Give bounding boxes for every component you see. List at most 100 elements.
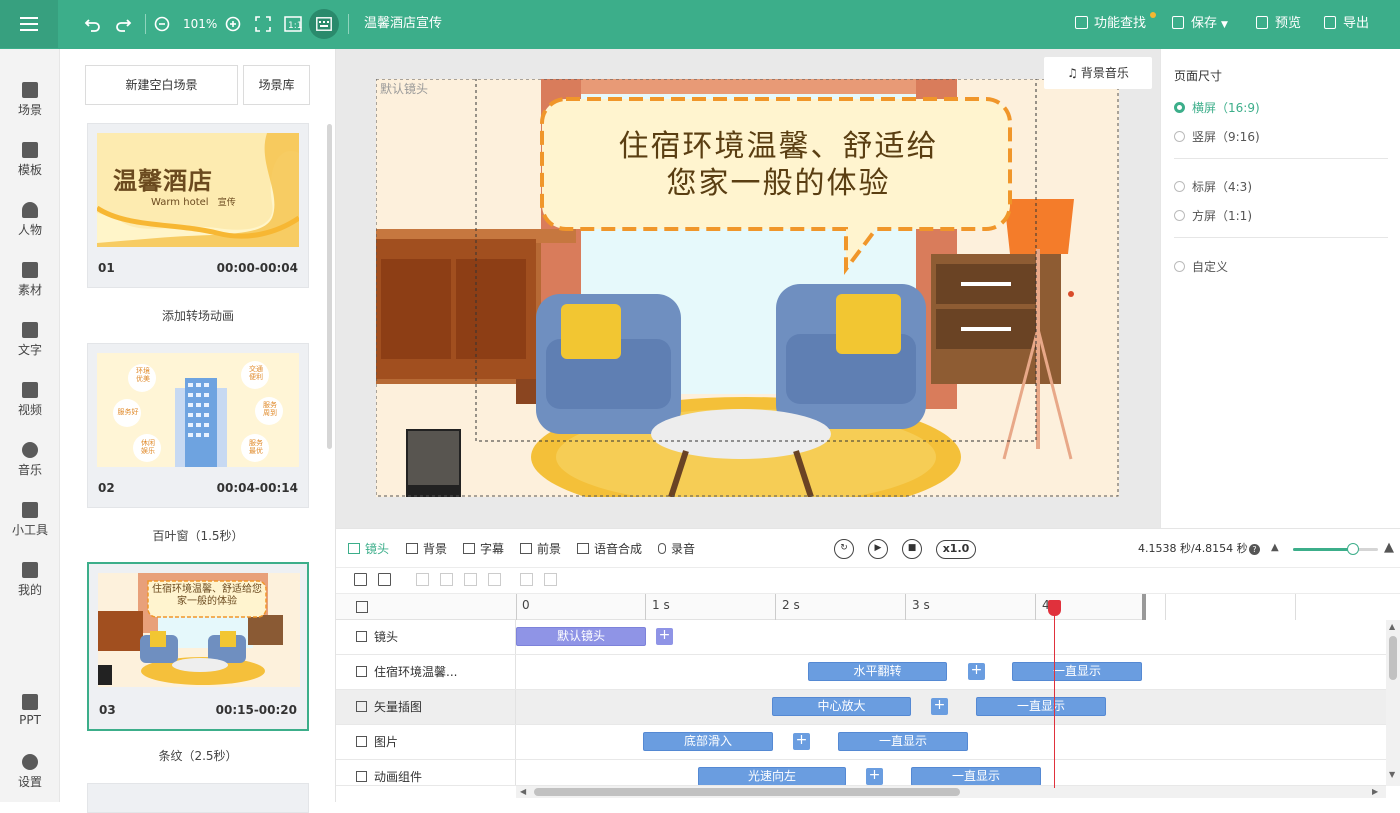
scene-library-button[interactable]: 场景库 [243,65,310,105]
scroll-down-arrow-icon[interactable]: ▼ [1389,770,1395,779]
track-label[interactable]: 动画组件 [336,760,516,785]
scene-canvas[interactable]: 住宿环境温馨、舒适给 您家一般的体验 默认镜头 [376,79,1119,497]
add-clip-button[interactable]: + [866,768,883,785]
undo-icon[interactable] [84,15,102,33]
zoom-in-icon[interactable] [225,16,241,32]
zoom-in-mountain-icon[interactable]: ▲ [1384,540,1394,555]
nav-scene[interactable]: 场景 [0,82,60,118]
background-music-button[interactable]: ♫ 背景音乐 [1044,57,1152,89]
option-landscape[interactable]: 横屏（16:9) [1174,99,1260,116]
fullscreen-icon[interactable] [255,16,271,32]
actual-size-icon[interactable]: 1:1 [284,16,302,32]
playhead[interactable] [1054,600,1055,788]
keyboard-button[interactable] [309,9,339,39]
group-icon[interactable] [520,573,533,586]
layers-icon[interactable] [378,573,391,586]
zoom-slider-handle[interactable] [1346,543,1359,555]
add-clip-button[interactable]: + [931,698,948,715]
preview-button[interactable]: 预览 [1256,0,1301,48]
nav-material[interactable]: 素材 [0,262,60,298]
save-button[interactable]: 保存 ▼ [1172,0,1228,48]
speech-bubble-line2[interactable]: 您家一般的体验 [576,158,981,202]
add-clip-button[interactable]: + [793,733,810,750]
tab-camera[interactable]: 镜头 [348,529,389,569]
nav-ppt[interactable]: PPT [0,694,60,727]
replay-button[interactable]: ↻ [834,539,854,559]
upload-icon [22,562,38,578]
scene-card-04[interactable] [87,783,309,813]
nav-text[interactable]: 文字 [0,322,60,358]
clip-always-show[interactable]: 一直显示 [911,767,1041,785]
clip-horizontal-flip[interactable]: 水平翻转 [808,662,947,681]
tab-background[interactable]: 背景 [406,529,447,569]
nav-template[interactable]: 模板 [0,142,60,178]
scene-03-caption: 住宿环境温馨、舒适给您家一般的体验 [152,584,262,607]
scene-card-02[interactable]: 环境优美 交通便利 服务好 服务周到 休闲娱乐 服务最优 02 00:04-00… [87,343,309,508]
nav-video[interactable]: 视频 [0,382,60,418]
nav-music[interactable]: 音乐 [0,442,60,478]
timeline-horizontal-scrollbar[interactable]: ◀ ▶ [516,786,1386,798]
clip-bottom-slide-in[interactable]: 底部滑入 [643,732,773,751]
scroll-left-arrow-icon[interactable]: ◀ [520,786,526,798]
add-clip-button[interactable]: + [656,628,673,645]
function-search-button[interactable]: 功能查找 [1075,0,1146,48]
nav-settings[interactable]: 设置 [0,754,60,790]
nav-person[interactable]: 人物 [0,202,60,238]
option-custom[interactable]: 自定义 [1174,258,1228,275]
timeline-vertical-scrollbar[interactable]: ▲ ▼ [1386,620,1400,786]
align-left-icon[interactable] [416,573,429,586]
tab-foreground[interactable]: 前景 [520,529,561,569]
tab-voice-synthesis[interactable]: 语音合成 [577,529,642,569]
option-square[interactable]: 方屏（1:1) [1174,207,1252,224]
play-button[interactable]: ▶ [868,539,888,559]
clip-always-show[interactable]: 一直显示 [976,697,1106,716]
track-label[interactable]: 住宿环境温馨... [336,655,516,689]
clip-center-zoom[interactable]: 中心放大 [772,697,911,716]
new-blank-scene-button[interactable]: 新建空白场景 [85,65,238,105]
scroll-right-arrow-icon[interactable]: ▶ [1372,786,1378,798]
track-label[interactable]: 矢量插图 [336,690,516,724]
clip-light-speed-left[interactable]: 光速向左 [698,767,846,785]
transition-label[interactable]: 条纹（2.5秒） [87,747,309,764]
help-icon[interactable]: ? [1249,544,1260,555]
scene-thumbnail: 住宿环境温馨、舒适给您家一般的体验 [98,573,300,687]
clip-always-show[interactable]: 一直显示 [838,732,968,751]
zoom-out-mountain-icon[interactable]: ▲ [1271,542,1279,553]
add-clip-button[interactable]: + [968,663,985,680]
tab-record[interactable]: 录音 [658,529,695,569]
scene-card-03[interactable]: 住宿环境温馨、舒适给您家一般的体验 03 00:15-00:20 [87,562,309,731]
timeline-zoom-slider[interactable] [1293,543,1378,555]
transition-label[interactable]: 百叶窗（1.5秒） [87,527,309,544]
redo-icon[interactable] [114,15,132,33]
scrollbar-thumb[interactable] [1389,636,1397,680]
ruler-settings-icon[interactable] [356,601,368,613]
tab-subtitle[interactable]: 字幕 [463,529,504,569]
stop-button[interactable]: ■ [902,539,922,559]
ungroup-icon[interactable] [544,573,557,586]
export-button[interactable]: 导出 [1324,0,1369,48]
scroll-up-arrow-icon[interactable]: ▲ [1389,622,1395,631]
align-center-icon[interactable] [440,573,453,586]
scrollbar-thumb[interactable] [534,788,960,796]
nav-mine[interactable]: 我的 [0,562,60,598]
page-size-panel: 页面尺寸 横屏（16:9) 竖屏（9:16) 标屏（4:3) 方屏（1:1) 自… [1160,49,1400,528]
distribute-icon[interactable] [488,573,501,586]
scenes-scrollbar[interactable] [327,124,332,449]
option-standard[interactable]: 标屏（4:3) [1174,178,1252,195]
clip-default-camera[interactable]: 默认镜头 [516,627,646,646]
timeline-ruler[interactable]: 0 1 s 2 s 3 s 4 [336,594,1400,620]
speed-button[interactable]: x1.0 [936,540,976,559]
scene-card-01[interactable]: 温馨酒店 Warm hotel 宣传 01 00:00-00:04 [87,123,309,288]
transition-label[interactable]: 添加转场动画 [87,307,309,324]
project-title[interactable]: 温馨酒店宣传 [364,0,442,48]
track-label[interactable]: 图片 [336,725,516,759]
zoom-out-icon[interactable] [154,16,170,32]
clip-always-show[interactable]: 一直显示 [1012,662,1142,681]
track-label[interactable]: 镜头 [336,620,516,654]
filter-icon[interactable] [354,573,367,586]
option-portrait[interactable]: 竖屏（9:16) [1174,128,1260,145]
playhead-handle[interactable] [1048,600,1061,616]
align-right-icon[interactable] [464,573,477,586]
menu-button[interactable] [0,0,58,48]
nav-toolbox[interactable]: 小工具 [0,502,60,538]
